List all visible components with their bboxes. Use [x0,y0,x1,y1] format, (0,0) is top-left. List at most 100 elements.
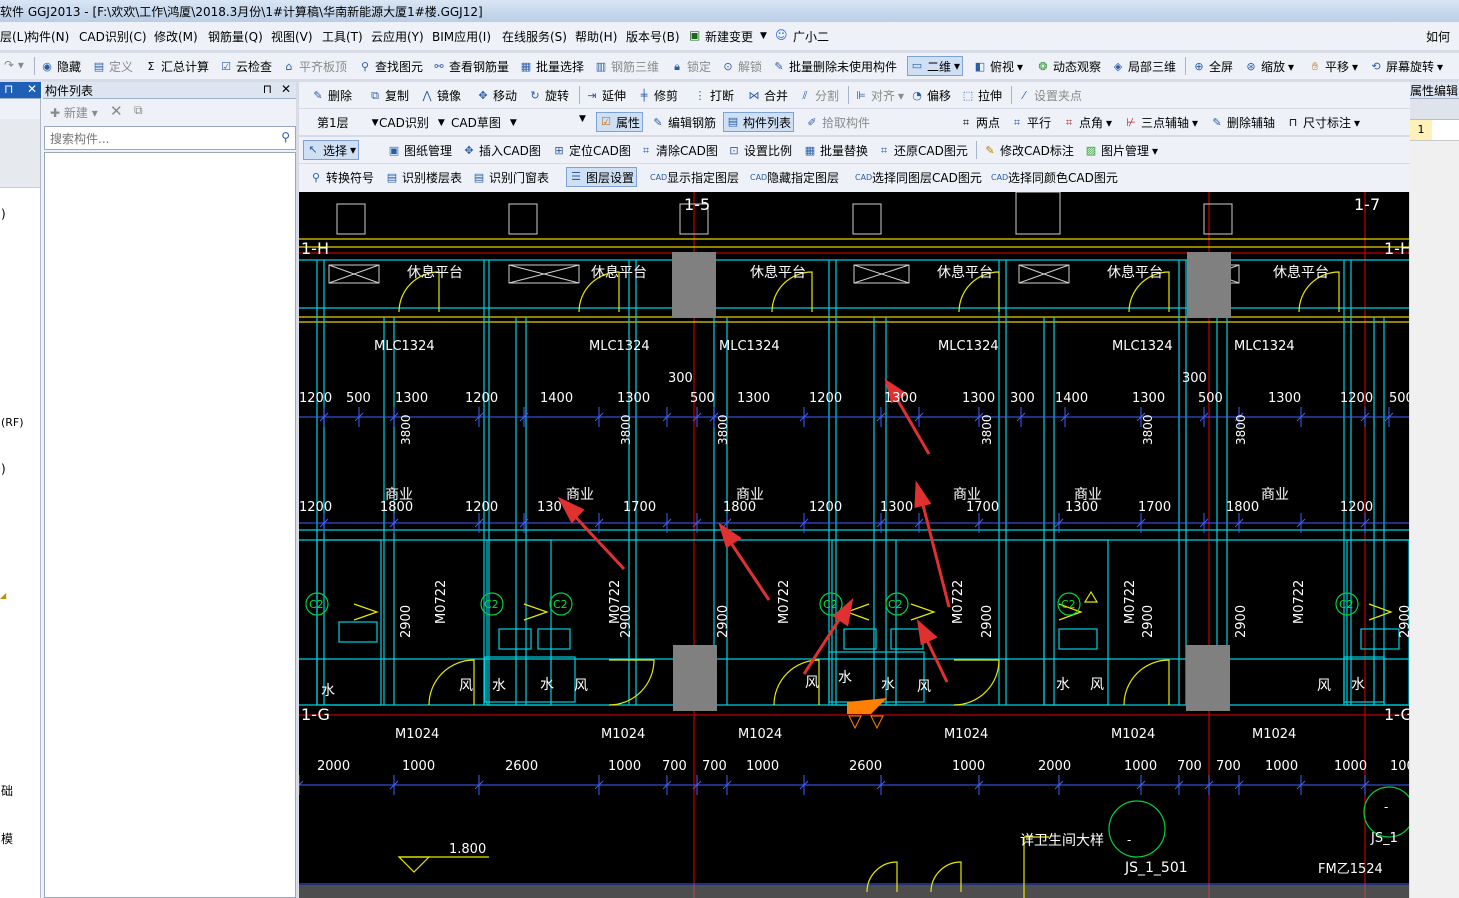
new-button[interactable]: ✚ 新建 ▾ [50,104,98,121]
batch-replace-button[interactable]: ▦ 批量替换 [803,142,868,159]
layer-settings-button[interactable]: ☰ 图层设置 [566,167,638,187]
clear-cad-button[interactable]: ⌗ 清除CAD图 [639,142,718,159]
copy-button[interactable]: ⧉ 复制 [368,87,409,104]
menu-component[interactable]: 构件(N) [27,28,69,45]
two-point-button[interactable]: ⌗ 两点 [959,114,1000,131]
menu-cad-recog[interactable]: CAD识别(C) [79,28,147,45]
rebar-3d-button[interactable]: ▥ 钢筋三维 [594,58,659,75]
rotate-button[interactable]: ↻ 旋转 [528,87,569,104]
search-icon[interactable]: ⚲ [281,130,290,144]
local-3d-button[interactable]: ◈ 局部三维 [1111,58,1176,75]
select-same-layer-button[interactable]: CAD 选择同图层CAD图元 [855,169,982,186]
trim-button[interactable]: ╪ 修剪 [637,87,678,104]
tree-label[interactable]: ) [1,207,6,221]
break-button[interactable]: ⋮ 打断 [693,87,735,104]
copy-icon[interactable]: ⧉ [134,103,143,118]
hide-button[interactable]: ◉ 隐藏 [40,58,81,75]
select-button[interactable]: ↖ 选择 ▾ [303,140,360,160]
cloud-check-button[interactable]: ☑ 云检查 [219,58,272,75]
chevron-down-icon[interactable]: ▼ [760,31,767,41]
recog-floor-table-button[interactable]: ▤ 识别楼层表 [385,169,462,186]
edit-rebar-button[interactable]: ✎ 编辑钢筋 [651,114,716,131]
menu-online[interactable]: 在线服务(S) [502,28,567,45]
flush-slab-button[interactable]: ⌂ 平齐板顶 [282,58,348,75]
three-point-axis-button[interactable]: ⊬ 三点辅轴 ▾ [1124,114,1198,131]
dynamic-view-button[interactable]: ❂ 动态观察 [1036,58,1101,75]
property-row[interactable]: 1 [1410,120,1459,141]
menu-tools[interactable]: 工具(T) [322,28,363,45]
close-icon[interactable]: ✕ [27,82,37,96]
tree-label[interactable]: (RF) [1,416,24,429]
modify-cad-label-button[interactable]: ✎ 修改CAD标注 [983,142,1073,159]
tree-label[interactable]: 础 [1,782,13,799]
show-layer-button[interactable]: CAD 显示指定图层 [650,169,739,186]
view-rebar-button[interactable]: ⚯ 查看钢筋量 [432,58,509,75]
summary-calc-button[interactable]: Σ 汇总计算 [144,58,210,75]
menu-howto[interactable]: 如何 [1426,28,1450,45]
select-same-color-button[interactable]: CAD 选择同颜色CAD图元 [991,169,1118,186]
mirror-button[interactable]: ⋀ 镜像 [420,87,461,104]
delete-axis-button[interactable]: ✎ 删除辅轴 [1210,114,1275,131]
set-grip-button[interactable]: ⁄ 设置夹点 [1017,87,1082,104]
floor-select[interactable]: 第1层 ▼ [317,114,379,131]
move-button[interactable]: ✥ 移动 [476,87,517,104]
parallel-button[interactable]: ⌗ 平行 [1010,114,1051,131]
menu-version[interactable]: 版本号(B) [626,28,680,45]
unlock-button[interactable]: ⊙ 解锁 [721,58,762,75]
batch-delete-button[interactable]: ✎ 批量删除未使用构件 [772,58,897,75]
redo-icon[interactable]: ↷ ▾ [4,58,24,72]
extend-button[interactable]: ⇥ 延伸 [585,87,626,104]
properties-button[interactable]: ☑ 属性 [596,112,644,132]
align-button[interactable]: ⊫ 对齐 ▾ [854,87,904,104]
restore-cad-button[interactable]: ⌗ 还原CAD图元 [877,142,968,159]
pin-icon[interactable]: ⊓ [0,82,13,96]
find-element-button[interactable]: ⚲ 查找图元 [358,58,423,75]
menu-new-change[interactable]: 新建变更 [705,28,753,45]
merge-button[interactable]: ⋈ 合并 [747,87,789,104]
2d-button[interactable]: ▭ 二维 ▾ [907,56,964,76]
cad-drawing[interactable]: 1-5 1-7 1-H 1-H 1-G 1-G 休息平台 休息平台 休息平台 休息平台 休息平台 休息… [299,192,1409,898]
delete-icon[interactable]: ✕ [110,102,123,120]
image-manage-button[interactable]: ▨ 图片管理 ▾ [1084,142,1158,159]
tab-left[interactable]: ⊓ ✕ [0,82,41,99]
batch-select-button[interactable]: ▦ 批量选择 [519,58,584,75]
pin-icon[interactable]: ⊓ [263,82,272,96]
fullscreen-button[interactable]: ⊕ 全屏 [1192,58,1233,75]
cad-canvas[interactable]: 1-5 1-7 1-H 1-H 1-G 1-G 休息平台 休息平台 休息平台 休息平台 休息平台 休息… [299,192,1409,898]
menu-rebar[interactable]: 钢筋量(Q) [208,28,263,45]
menu-modify[interactable]: 修改(M) [154,28,198,45]
define-button[interactable]: ▤ 定义 [92,58,133,75]
insert-cad-button[interactable]: ✥ 插入CAD图 [462,142,540,159]
hide-layer-button[interactable]: CAD 隐藏指定图层 [750,169,839,186]
lock-button[interactable]: 🔒︎ 锁定 [670,58,711,75]
menu-cloud[interactable]: 云应用(Y) [371,28,424,45]
convert-symbol-button[interactable]: ⚲ 转换符号 [309,169,374,186]
component-select[interactable]: ▼ [579,114,586,124]
pan-button[interactable]: ✋︎ 平移 ▾ [1308,58,1358,75]
locate-cad-button[interactable]: ⊞ 定位CAD图 [552,142,630,159]
offset-button[interactable]: ◔ 偏移 [910,87,951,104]
tree-label[interactable]: 模 [1,830,13,847]
drawing-manage-button[interactable]: ▣ 图纸管理 [387,142,452,159]
top-view-button[interactable]: ◧ 俯视 ▾ [973,58,1023,75]
menu-bim[interactable]: BIM应用(I) [432,28,491,45]
split-button[interactable]: ⫽ 分割 [798,87,839,104]
menu-layer[interactable]: 层(L) [0,28,28,45]
menu-assistant[interactable]: 广小二 [793,28,829,45]
component-list-button[interactable]: ▤ 构件列表 [723,112,795,132]
delete-button[interactable]: ✎ 删除 [311,87,352,104]
set-scale-button[interactable]: ⊡ 设置比例 [727,142,792,159]
stretch-button[interactable]: ⬚ 拉伸 [961,87,1002,104]
recog-door-table-button[interactable]: ▤ 识别门窗表 [472,169,549,186]
menu-view[interactable]: 视图(V) [271,28,313,45]
dimension-button[interactable]: ⊓ 尺寸标注 ▾ [1286,114,1360,131]
point-angle-button[interactable]: ⌗ 点角 ▾ [1062,114,1112,131]
tree-label[interactable]: ) [1,462,6,476]
zoom-button[interactable]: ⊛ 缩放 ▾ [1244,58,1294,75]
cad-recog-select[interactable]: CAD识别 ▼ [379,114,445,131]
screen-rotate-button[interactable]: ⟲ 屏幕旋转 ▾ [1369,58,1443,75]
cad-draw-select[interactable]: CAD草图 ▼ [451,114,517,131]
pick-component-button[interactable]: ✐ 拾取构件 [805,114,870,131]
close-icon[interactable]: ✕ [281,82,291,96]
menu-help[interactable]: 帮助(H) [575,28,617,45]
